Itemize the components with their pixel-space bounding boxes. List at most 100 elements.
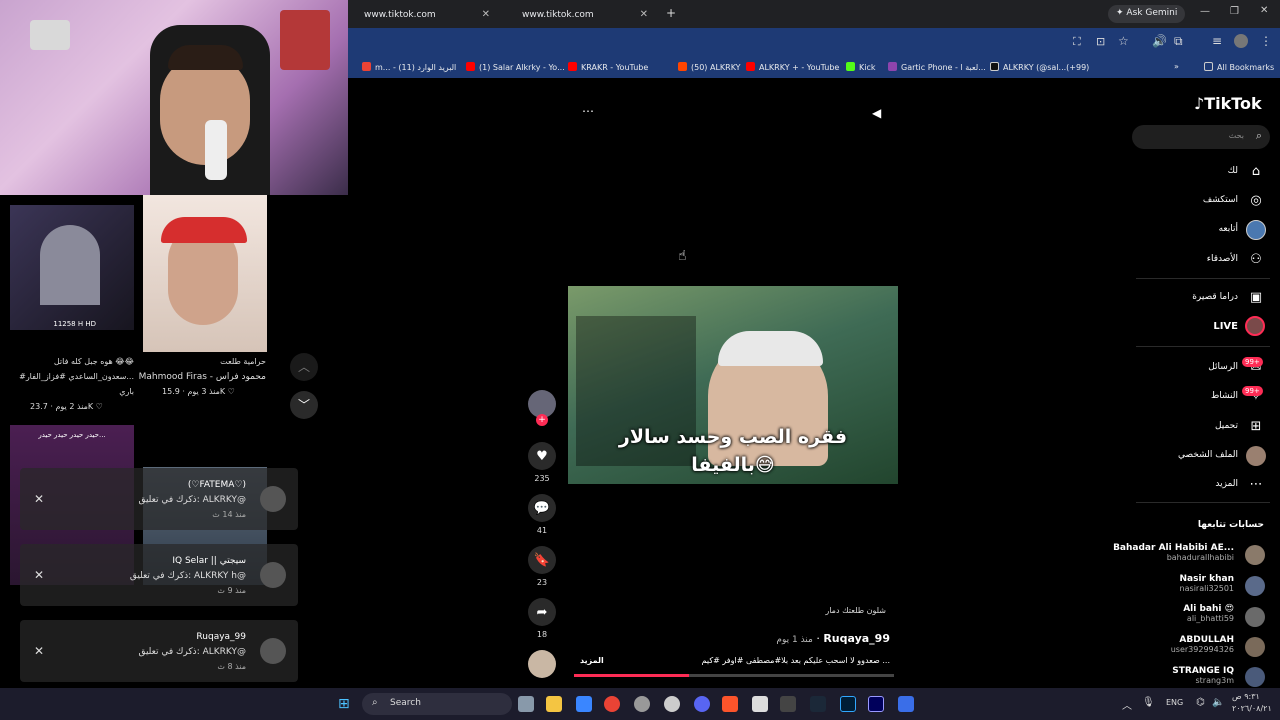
new-tab-button[interactable]: + bbox=[666, 6, 676, 20]
ask-gemini-button[interactable]: ✦ Ask Gemini bbox=[1108, 5, 1186, 23]
follow-button[interactable]: + bbox=[536, 414, 548, 426]
browser-tab[interactable]: www.tiktok.com ✕ bbox=[506, 4, 656, 26]
close-icon[interactable]: ✕ bbox=[34, 644, 44, 658]
premiere-icon[interactable] bbox=[868, 696, 884, 712]
bookmark-item[interactable]: KRAKR - YouTube bbox=[568, 62, 648, 72]
profile-avatar[interactable] bbox=[1234, 34, 1248, 48]
close-tab-icon[interactable]: ✕ bbox=[640, 9, 648, 20]
bookmark-item[interactable]: ALKRKY + - YouTube bbox=[746, 62, 839, 72]
nav-following[interactable]: أتابعه bbox=[1219, 224, 1238, 234]
more-bookmarks-icon[interactable]: » bbox=[1174, 62, 1179, 71]
following-account[interactable]: STRANGE IQ strang3m bbox=[1172, 666, 1234, 685]
following-account[interactable]: Bahadar Ali Habibi AE... bahadurallhabibi bbox=[1113, 543, 1234, 562]
profile-icon[interactable] bbox=[1246, 446, 1266, 466]
more-link[interactable]: المزيد bbox=[580, 656, 604, 665]
card-2-title[interactable]: حرامية طلعت bbox=[220, 357, 266, 366]
steam-icon[interactable] bbox=[810, 696, 826, 712]
avatar[interactable] bbox=[1245, 576, 1265, 596]
like-button[interactable]: ♥ 235 bbox=[528, 442, 556, 483]
bookmark-item[interactable]: (1) Salar Alkrky - Yo... bbox=[466, 62, 565, 72]
notification-toast[interactable]: ✕ IQ Selar || سيجتي ذكرك في تعليق: ALKRK… bbox=[20, 544, 298, 606]
nav-live[interactable]: LIVE bbox=[1213, 321, 1238, 332]
bookmark-item[interactable]: m... - البريد الوارد (11) bbox=[362, 62, 456, 72]
nav-more[interactable]: المزيد bbox=[1215, 479, 1238, 489]
home-icon[interactable]: ⌂ bbox=[1248, 164, 1264, 180]
video-player[interactable]: فقره الصب وحسد سالار بالفيفا😅 bbox=[568, 286, 898, 484]
bookmark-item[interactable]: Gartic Phone - لعبة ا... bbox=[888, 62, 986, 72]
nav-explore[interactable]: استكشف bbox=[1203, 195, 1238, 205]
close-icon[interactable]: ✕ bbox=[34, 492, 44, 506]
clock-time[interactable]: ٩:٣١ ص bbox=[1232, 692, 1260, 701]
taskbar-search-box[interactable]: ⌕ Search bbox=[362, 693, 512, 715]
upload-icon[interactable]: ⊞ bbox=[1248, 419, 1264, 435]
browser-tab[interactable]: www.tiktok.com ✕ bbox=[348, 4, 498, 26]
following-avatar-icon[interactable] bbox=[1246, 220, 1266, 240]
language-indicator[interactable]: ENG bbox=[1166, 698, 1183, 707]
clock-date[interactable]: ٢٠٢٦/٠٨/٢١ bbox=[1232, 704, 1272, 713]
menu-icon[interactable]: ⋮ bbox=[1260, 34, 1272, 48]
volume-icon[interactable]: ◀ bbox=[872, 106, 881, 120]
brave-icon[interactable] bbox=[722, 696, 738, 712]
sound-label[interactable]: شلون طلعتك دمار bbox=[825, 606, 886, 615]
save-button[interactable]: 🔖 23 bbox=[528, 546, 556, 587]
microphone-icon[interactable]: 🎙 bbox=[1142, 697, 1155, 708]
chrome-icon[interactable] bbox=[604, 696, 620, 712]
comment-button[interactable]: 💬 41 bbox=[528, 494, 556, 535]
following-account[interactable]: Nasir khan nasirali32501 bbox=[1180, 574, 1235, 593]
minimize-button[interactable]: — bbox=[1200, 6, 1210, 17]
nav-messages[interactable]: الرسائل bbox=[1208, 362, 1238, 372]
notification-toast[interactable]: ✕ Ruqaya_99 ذكرك في تعليق: ALKRKY@ منذ 8… bbox=[20, 620, 298, 682]
compass-icon[interactable]: ◎ bbox=[1248, 193, 1264, 209]
video-options-icon[interactable]: ⋯ bbox=[582, 104, 594, 118]
sound-disc-icon[interactable] bbox=[528, 650, 556, 678]
tray-chevron-icon[interactable]: ︿ bbox=[1122, 697, 1132, 712]
bookmark-item[interactable]: ALKRKY (@sal...(+99) bbox=[990, 62, 1089, 72]
nav-upload[interactable]: تحميل bbox=[1215, 421, 1238, 431]
bookmark-star-icon[interactable]: ☆ bbox=[1118, 34, 1129, 48]
video-author[interactable]: Ruqaya_99 bbox=[823, 632, 890, 645]
nav-activity[interactable]: النشاط bbox=[1211, 391, 1238, 401]
video-card-1[interactable]: 11258 H HD bbox=[10, 205, 134, 330]
windows-start-icon[interactable]: ⊞ bbox=[338, 696, 350, 712]
nav-for-you[interactable]: لك bbox=[1228, 166, 1238, 176]
bookmark-item[interactable]: Kick bbox=[846, 62, 876, 72]
video-card-2[interactable] bbox=[143, 195, 267, 352]
bookmark-item[interactable]: (50) ALKRKY bbox=[678, 62, 741, 72]
scroll-down-button[interactable]: ﹀ bbox=[290, 391, 318, 419]
video-progress-track[interactable] bbox=[574, 674, 894, 677]
nav-friends[interactable]: الأصدقاء bbox=[1207, 254, 1238, 264]
avatar[interactable] bbox=[1245, 637, 1265, 657]
close-tab-icon[interactable]: ✕ bbox=[482, 9, 490, 20]
reading-list-icon[interactable]: ≡ bbox=[1212, 34, 1222, 48]
install-icon[interactable]: ⊡ bbox=[1096, 35, 1105, 48]
close-window-button[interactable]: ✕ bbox=[1260, 5, 1268, 16]
file-explorer-icon[interactable] bbox=[546, 696, 562, 712]
translate-icon[interactable]: ⛶ bbox=[1073, 35, 1081, 49]
capture-icon[interactable] bbox=[752, 696, 768, 712]
close-icon[interactable]: ✕ bbox=[34, 568, 44, 582]
following-account[interactable]: ABDULLAH user392994326 bbox=[1171, 635, 1234, 654]
maximize-button[interactable]: ❐ bbox=[1230, 6, 1239, 17]
scroll-up-button[interactable]: ︿ bbox=[290, 353, 318, 381]
network-icon[interactable]: ⌬ bbox=[1196, 697, 1205, 708]
share-button[interactable]: ➦ 18 bbox=[528, 598, 556, 639]
extensions-icon[interactable]: ⧉ bbox=[1174, 34, 1183, 49]
live-icon[interactable] bbox=[1245, 316, 1265, 336]
film-icon[interactable]: ▣ bbox=[1248, 290, 1264, 306]
card-1-title[interactable]: هوه جبل كله فاتل 😂😂 bbox=[54, 357, 134, 366]
search-icon[interactable]: ⌕ bbox=[1256, 129, 1262, 143]
audio-icon[interactable]: 🔊 bbox=[1152, 34, 1167, 48]
tiktok-logo[interactable]: ♪TikTok bbox=[1194, 94, 1262, 113]
avatar[interactable] bbox=[1245, 545, 1265, 565]
settings-icon[interactable] bbox=[664, 696, 680, 712]
capcut-icon[interactable] bbox=[780, 696, 796, 712]
photoshop-icon[interactable] bbox=[840, 696, 856, 712]
volume-icon[interactable]: 🔈 bbox=[1212, 697, 1224, 708]
following-account[interactable]: Ali bahi 😍 ali_bhatti59 bbox=[1183, 604, 1234, 623]
avatar[interactable] bbox=[1245, 667, 1265, 687]
discord-icon[interactable] bbox=[694, 696, 710, 712]
avatar[interactable] bbox=[1245, 607, 1265, 627]
task-view-icon[interactable] bbox=[518, 696, 534, 712]
notification-toast[interactable]: ✕ (♡FATEMA♡) ذكرك في تعليق: ALKRKY@ منذ … bbox=[20, 468, 298, 530]
app-icon[interactable] bbox=[634, 696, 650, 712]
